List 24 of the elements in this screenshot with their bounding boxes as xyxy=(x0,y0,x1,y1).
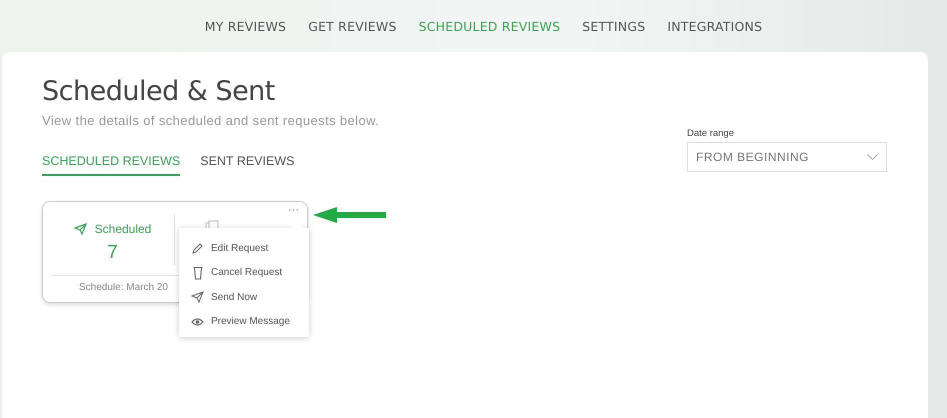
tab[interactable]: SENT REVIEWS xyxy=(200,154,294,176)
menu-item[interactable]: Cancel Request xyxy=(179,260,309,285)
menu-item[interactable]: Preview Message xyxy=(179,310,309,334)
page-subtitle: View the details of scheduled and sent requests below. xyxy=(42,113,380,128)
scheduled-label: Scheduled xyxy=(94,222,152,236)
menu-item[interactable]: Send Now xyxy=(179,285,309,310)
nav-link[interactable]: INTEGRATIONS xyxy=(656,18,774,34)
date-range-select[interactable]: FROM BEGINNING xyxy=(687,142,887,172)
menu-item[interactable]: Edit Request xyxy=(179,236,309,260)
scheduled-count: 7 xyxy=(107,242,118,264)
date-range-label: Date range xyxy=(687,128,736,139)
chevron-down-icon xyxy=(867,154,878,160)
eye-icon xyxy=(191,316,204,327)
paper-plane-icon xyxy=(74,223,87,235)
pencil-icon xyxy=(191,242,204,255)
nav-link[interactable]: SETTINGS xyxy=(571,18,656,34)
page-title: Scheduled & Sent xyxy=(42,76,276,107)
more-button[interactable]: ··· xyxy=(288,204,299,216)
paper-plane-icon xyxy=(191,291,204,304)
trash-icon xyxy=(192,266,204,280)
arrow-icon xyxy=(313,207,386,223)
nav-link[interactable]: MY REVIEWS xyxy=(194,18,298,34)
nav-link[interactable]: GET REVIEWS xyxy=(297,18,408,34)
schedule-date: Schedule: March 20 xyxy=(78,281,169,293)
